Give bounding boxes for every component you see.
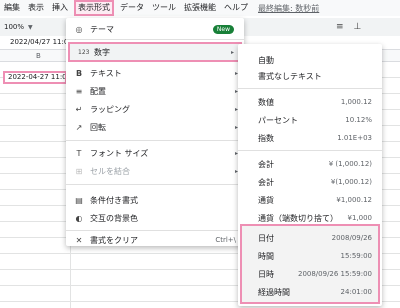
- format-menu-alternating-colors-label: 交互の背景色: [90, 213, 138, 223]
- format-menu-font-size[interactable]: T フォント サイズ ▸: [66, 144, 244, 162]
- number-format-example: 2008/09/26 15:59:00: [297, 270, 372, 278]
- format-menu-theme-label: テーマ: [90, 24, 114, 34]
- number-format-label: 日時: [258, 269, 274, 279]
- menu-divider: [238, 150, 382, 151]
- number-format-example: ¥ (1,000.12): [328, 160, 372, 168]
- number-format-example: 24:01:00: [340, 288, 372, 296]
- format-menu-rotation-label: 回転: [90, 122, 106, 132]
- zoom-select[interactable]: 100% ▼: [4, 23, 44, 31]
- toolbar-right: ≡ ⊥: [336, 18, 361, 36]
- menu-divider: [66, 230, 244, 231]
- format-menu-merge-cells: ⊞ セルを結合 ▸: [66, 162, 244, 180]
- selected-cell[interactable]: 2022-04-27 11:00:1: [3, 71, 67, 84]
- number-format-date[interactable]: 日付 2008/09/26: [238, 228, 382, 248]
- align-icon[interactable]: ≡: [336, 22, 344, 32]
- rotate-icon: ↗: [75, 122, 83, 132]
- format-menu-number[interactable]: 123 数字 ▸: [68, 42, 242, 62]
- format-menu-theme[interactable]: ◎ テーマ New: [66, 20, 244, 38]
- format-menu-rotation[interactable]: ↗ 回転 ▸: [66, 118, 244, 136]
- number-format-icon: 123: [78, 48, 90, 56]
- number-format-date-time[interactable]: 日時 2008/09/26 15:59:00: [238, 264, 382, 284]
- format-menu-alternating-colors[interactable]: ◐ 交互の背景色: [66, 209, 244, 227]
- format-menu-clear-formatting-label: 書式をクリア: [90, 235, 138, 245]
- format-menu: ◎ テーマ New 123 数字 ▸ B テキスト ▸ ≡ 配置 ▸ ↵ ラッピ…: [66, 18, 244, 246]
- number-format-submenu: 自動 書式なしテキスト 数値 1,000.12 パーセント 10.12% 指数 …: [238, 44, 382, 306]
- number-format-time[interactable]: 時間 15:59:00: [238, 246, 382, 266]
- menu-view[interactable]: 表示: [24, 0, 48, 16]
- zoom-value: 100%: [4, 23, 25, 31]
- text-format-icon: B: [75, 68, 83, 78]
- menu-extensions[interactable]: 拡張機能: [180, 0, 220, 16]
- menu-divider: [238, 88, 382, 89]
- number-format-example: 1,000.12: [340, 98, 372, 106]
- format-menu-alignment-label: 配置: [90, 86, 106, 96]
- number-format-example: 1.01E+03: [337, 134, 372, 142]
- format-menu-text-label: テキスト: [90, 68, 122, 78]
- number-format-label: 通貨: [258, 195, 274, 205]
- number-format-label: 会計: [258, 159, 274, 169]
- number-format-plain-text[interactable]: 書式なしテキスト: [238, 66, 382, 86]
- menu-format[interactable]: 表示形式: [74, 0, 114, 16]
- number-format-label: 時間: [258, 251, 274, 261]
- new-badge: New: [212, 24, 234, 34]
- menu-data[interactable]: データ: [116, 0, 148, 16]
- palette-icon: ◎: [75, 24, 83, 34]
- menu-divider: [66, 39, 244, 40]
- number-format-label: 経過時間: [258, 287, 290, 297]
- number-format-label: 数値: [258, 97, 274, 107]
- number-format-example: ¥1,000: [347, 214, 373, 222]
- menu-tools[interactable]: ツール: [148, 0, 180, 16]
- format-menu-font-size-label: フォント サイズ: [90, 148, 149, 158]
- number-format-label: 会計: [258, 177, 274, 187]
- number-format-example: ¥(1,000.12): [330, 178, 372, 186]
- number-format-label: 自動: [258, 55, 274, 65]
- number-format-example: 2008/09/26: [331, 234, 372, 242]
- number-format-financial[interactable]: 会計 ¥(1,000.12): [238, 172, 382, 192]
- number-format-example: 10.12%: [345, 116, 372, 124]
- merge-cells-icon: ⊞: [75, 166, 83, 176]
- column-header-b[interactable]: B: [36, 52, 41, 60]
- number-format-label: 指数: [258, 133, 274, 143]
- menu-bar: 編集 表示 挿入 表示形式 データ ツール 拡張機能 ヘルプ 最終編集: 数秒前: [0, 0, 400, 16]
- number-format-label: パーセント: [258, 115, 298, 125]
- shortcut-text: Ctrl+\: [215, 236, 236, 244]
- menu-insert[interactable]: 挿入: [48, 0, 72, 16]
- format-menu-conditional-formatting[interactable]: ▤ 条件付き書式: [66, 191, 244, 209]
- format-menu-wrapping[interactable]: ↵ ラッピング ▸: [66, 100, 244, 118]
- last-edit-link[interactable]: 最終編集: 数秒前: [258, 3, 319, 14]
- number-format-label: 通貨（端数切り捨て）: [258, 213, 338, 223]
- menu-divider: [66, 140, 244, 141]
- number-format-currency-rounded[interactable]: 通貨（端数切り捨て） ¥1,000: [238, 208, 382, 228]
- menu-help[interactable]: ヘルプ: [220, 0, 252, 16]
- number-format-example: 15:59:00: [340, 252, 372, 260]
- menu-edit[interactable]: 編集: [0, 0, 24, 16]
- format-menu-number-label: 数字: [94, 47, 110, 57]
- format-menu-text[interactable]: B テキスト ▸: [66, 64, 244, 82]
- menu-divider: [66, 184, 244, 185]
- format-menu-alignment[interactable]: ≡ 配置 ▸: [66, 82, 244, 100]
- number-format-currency[interactable]: 通貨 ¥1,000.12: [238, 190, 382, 210]
- number-format-label: 日付: [258, 233, 274, 243]
- vertical-align-icon[interactable]: ⊥: [354, 22, 362, 32]
- format-menu-conditional-formatting-label: 条件付き書式: [90, 195, 138, 205]
- number-format-percent[interactable]: パーセント 10.12%: [238, 110, 382, 130]
- conditional-format-icon: ▤: [75, 195, 83, 205]
- alternating-colors-icon: ◐: [75, 213, 83, 223]
- font-size-icon: T: [76, 148, 82, 158]
- chevron-down-icon: ▼: [28, 24, 33, 31]
- submenu-arrow-icon: ▸: [230, 48, 234, 56]
- wrap-icon: ↵: [75, 104, 83, 114]
- clear-format-icon: ✕: [75, 235, 83, 245]
- number-format-example: ¥1,000.12: [336, 196, 372, 204]
- format-menu-clear-formatting[interactable]: ✕ 書式をクリア Ctrl+\: [66, 234, 244, 246]
- format-menu-merge-cells-label: セルを結合: [90, 166, 130, 176]
- number-format-label: 書式なしテキスト: [258, 71, 322, 81]
- number-format-duration[interactable]: 経過時間 24:01:00: [238, 282, 382, 302]
- format-menu-wrapping-label: ラッピング: [90, 104, 130, 114]
- align-icon: ≡: [75, 86, 83, 96]
- number-format-scientific[interactable]: 指数 1.01E+03: [238, 128, 382, 148]
- number-format-accounting[interactable]: 会計 ¥ (1,000.12): [238, 154, 382, 174]
- number-format-number[interactable]: 数値 1,000.12: [238, 92, 382, 112]
